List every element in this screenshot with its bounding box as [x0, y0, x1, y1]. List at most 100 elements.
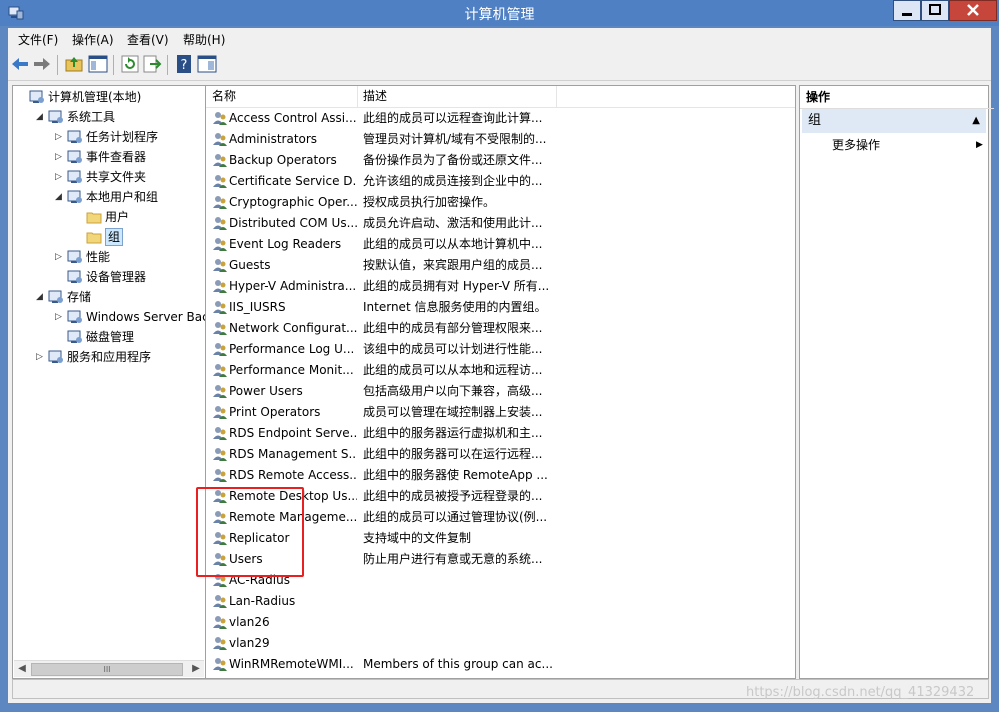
list-item[interactable]: RDS Remote Access... 此组中的服务器使 RemoteApp .… — [206, 465, 766, 486]
scroll-thumb[interactable]: III — [31, 663, 183, 676]
column-header-name[interactable]: 名称 — [206, 86, 358, 107]
list-item[interactable]: Guests 按默认值，来宾跟用户组的成员... — [206, 255, 766, 276]
window: 计算机管理 文件(F) 操作(A) 查看(V) 帮助(H) ? 计算机管理(本地… — [0, 0, 999, 712]
group-name: RDS Management S... — [229, 447, 357, 461]
list-item[interactable]: Event Log Readers 此组的成员可以从本地计算机中... — [206, 234, 766, 255]
list-item[interactable]: Administrators 管理员对计算机/域有不受限制的... — [206, 129, 766, 150]
group-description: 此组中的服务器运行虚拟机和主... — [363, 426, 543, 440]
window-title: 计算机管理 — [464, 7, 535, 23]
menu-action[interactable]: 操作(A) — [72, 31, 114, 48]
up-folder-icon[interactable] — [64, 54, 84, 74]
tree-item-label: 用户 — [105, 210, 130, 224]
tree-item[interactable]: 计算机管理(本地) — [13, 87, 203, 107]
tree-item-label: 性能 — [86, 250, 111, 264]
list-item[interactable]: WinRMRemoteWMI... Members of this group c… — [206, 654, 766, 675]
tree-item[interactable]: ▷ 共享文件夹 — [13, 167, 203, 187]
list-item[interactable]: Certificate Service D... 允许该组的成员连接到企业中的..… — [206, 171, 766, 192]
clock-icon — [67, 129, 83, 145]
tree-item[interactable]: 组 — [13, 227, 203, 247]
svg-text:?: ? — [181, 58, 188, 73]
more-actions-item[interactable]: 更多操作 — [832, 135, 880, 155]
collapse-arrow-icon[interactable]: ◢ — [36, 107, 46, 127]
list-item[interactable]: Performance Monit... 此组的成员可以从本地和远程访... — [206, 360, 766, 381]
list-item[interactable]: Lan-Radius — [206, 591, 766, 612]
expand-arrow-icon[interactable]: ▷ — [55, 167, 65, 187]
tree-item[interactable]: ▷ Windows Server Back — [13, 307, 216, 327]
actions-group-section[interactable]: 组 ▲ — [802, 109, 986, 133]
list-item[interactable]: Hyper-V Administra... 此组的成员拥有对 Hyper-V 所有… — [206, 276, 766, 297]
list-item[interactable]: IIS_IUSRS Internet 信息服务使用的内置组。 — [206, 297, 766, 318]
close-button[interactable] — [949, 0, 997, 21]
group-icon — [213, 154, 227, 167]
list-item[interactable]: RDS Management S... 此组中的服务器可以在运行远程... — [206, 444, 766, 465]
list-item[interactable]: RDS Endpoint Serve... 此组中的服务器运行虚拟机和主... — [206, 423, 766, 444]
list-item[interactable]: Print Operators 成员可以管理在域控制器上安装... — [206, 402, 766, 423]
group-name: vlan26 — [229, 615, 270, 629]
list-item[interactable]: Cryptographic Oper... 授权成员执行加密操作。 — [206, 192, 766, 213]
toolbar-separator — [113, 55, 114, 75]
list-item[interactable]: Network Configurat... 此组中的成员有部分管理权限来... — [206, 318, 766, 339]
expand-arrow-icon[interactable]: ▷ — [36, 347, 46, 367]
group-icon — [213, 112, 227, 125]
group-icon — [213, 364, 227, 377]
expand-arrow-icon[interactable]: ▷ — [55, 307, 65, 327]
refresh-icon[interactable] — [120, 54, 140, 74]
expand-arrow-icon[interactable]: ▷ — [55, 247, 65, 267]
tree-item[interactable]: 用户 — [13, 207, 203, 227]
tree-item[interactable]: ◢ 系统工具 — [13, 107, 203, 127]
tree-item-label: 磁盘管理 — [86, 330, 135, 344]
scroll-right-icon[interactable]: ▶ — [188, 661, 204, 677]
tree-item[interactable]: ▷ 任务计划程序 — [13, 127, 203, 147]
minimize-button[interactable] — [893, 0, 921, 21]
tree-item[interactable]: ▷ 事件查看器 — [13, 147, 203, 167]
expand-arrow-icon[interactable]: ▷ — [55, 127, 65, 147]
horizontal-scrollbar[interactable]: ◀ III ▶ — [14, 660, 204, 677]
collapse-up-icon[interactable]: ▲ — [972, 109, 980, 133]
export-list-icon[interactable] — [142, 54, 162, 74]
toolbar: ? — [8, 50, 991, 81]
tree-item[interactable]: ▷ 性能 — [13, 247, 203, 267]
group-icon — [213, 217, 227, 230]
list-item[interactable]: Power Users 包括高级用户以向下兼容，高级... — [206, 381, 766, 402]
list-item[interactable]: Distributed COM Us... 成员允许启动、激活和使用此计... — [206, 213, 766, 234]
device-manager-icon — [67, 269, 83, 285]
show-action-pane-icon[interactable] — [197, 54, 217, 74]
scroll-left-icon[interactable]: ◀ — [14, 661, 30, 677]
list-item[interactable]: vlan29 — [206, 633, 766, 654]
group-name: Backup Operators — [229, 153, 337, 167]
tree-item[interactable]: ▷ 服务和应用程序 — [13, 347, 203, 367]
group-icon — [213, 616, 227, 629]
show-hide-tree-icon[interactable] — [88, 54, 108, 74]
tree-item[interactable]: 磁盘管理 — [13, 327, 203, 347]
group-name: Performance Log U... — [229, 342, 355, 356]
group-name: Network Configurat... — [229, 321, 357, 335]
help-icon[interactable]: ? — [174, 54, 194, 74]
list-item[interactable]: Access Control Assi... 此组的成员可以远程查询此计算... — [206, 108, 766, 129]
list-item[interactable]: vlan26 — [206, 612, 766, 633]
menu-help[interactable]: 帮助(H) — [183, 31, 225, 48]
group-description: 此组中的成员被授予远程登录的... — [363, 489, 543, 503]
list-item[interactable]: Performance Log U... 该组中的成员可以计划进行性能... — [206, 339, 766, 360]
tree-item[interactable]: 设备管理器 — [13, 267, 203, 287]
collapse-arrow-icon[interactable]: ◢ — [55, 187, 65, 207]
menu-file[interactable]: 文件(F) — [18, 31, 58, 48]
group-description: 包括高级用户以向下兼容，高级... — [363, 384, 543, 398]
forward-arrow-icon[interactable] — [32, 54, 52, 74]
tree-item-label: 存储 — [67, 290, 92, 304]
expand-arrow-icon[interactable]: ▷ — [55, 147, 65, 167]
list-item[interactable]: Backup Operators 备份操作员为了备份或还原文件... — [206, 150, 766, 171]
tree-item-label: 本地用户和组 — [86, 190, 159, 204]
menu-view[interactable]: 查看(V) — [127, 31, 169, 48]
column-header-description[interactable]: 描述 — [357, 86, 557, 107]
back-arrow-icon[interactable] — [10, 54, 30, 74]
group-description: 备份操作员为了备份或还原文件... — [363, 153, 543, 167]
tree-item[interactable]: ◢ 本地用户和组 — [13, 187, 203, 207]
group-icon — [213, 469, 227, 482]
tree-item-label: 组 — [105, 228, 124, 246]
collapse-arrow-icon[interactable]: ◢ — [36, 287, 46, 307]
title-bar[interactable]: 计算机管理 — [0, 0, 999, 26]
maximize-button[interactable] — [921, 0, 949, 21]
tree-item[interactable]: ◢ 存储 — [13, 287, 203, 307]
group-description: 该组中的成员可以计划进行性能... — [363, 342, 543, 356]
system-tools-icon — [48, 109, 64, 125]
